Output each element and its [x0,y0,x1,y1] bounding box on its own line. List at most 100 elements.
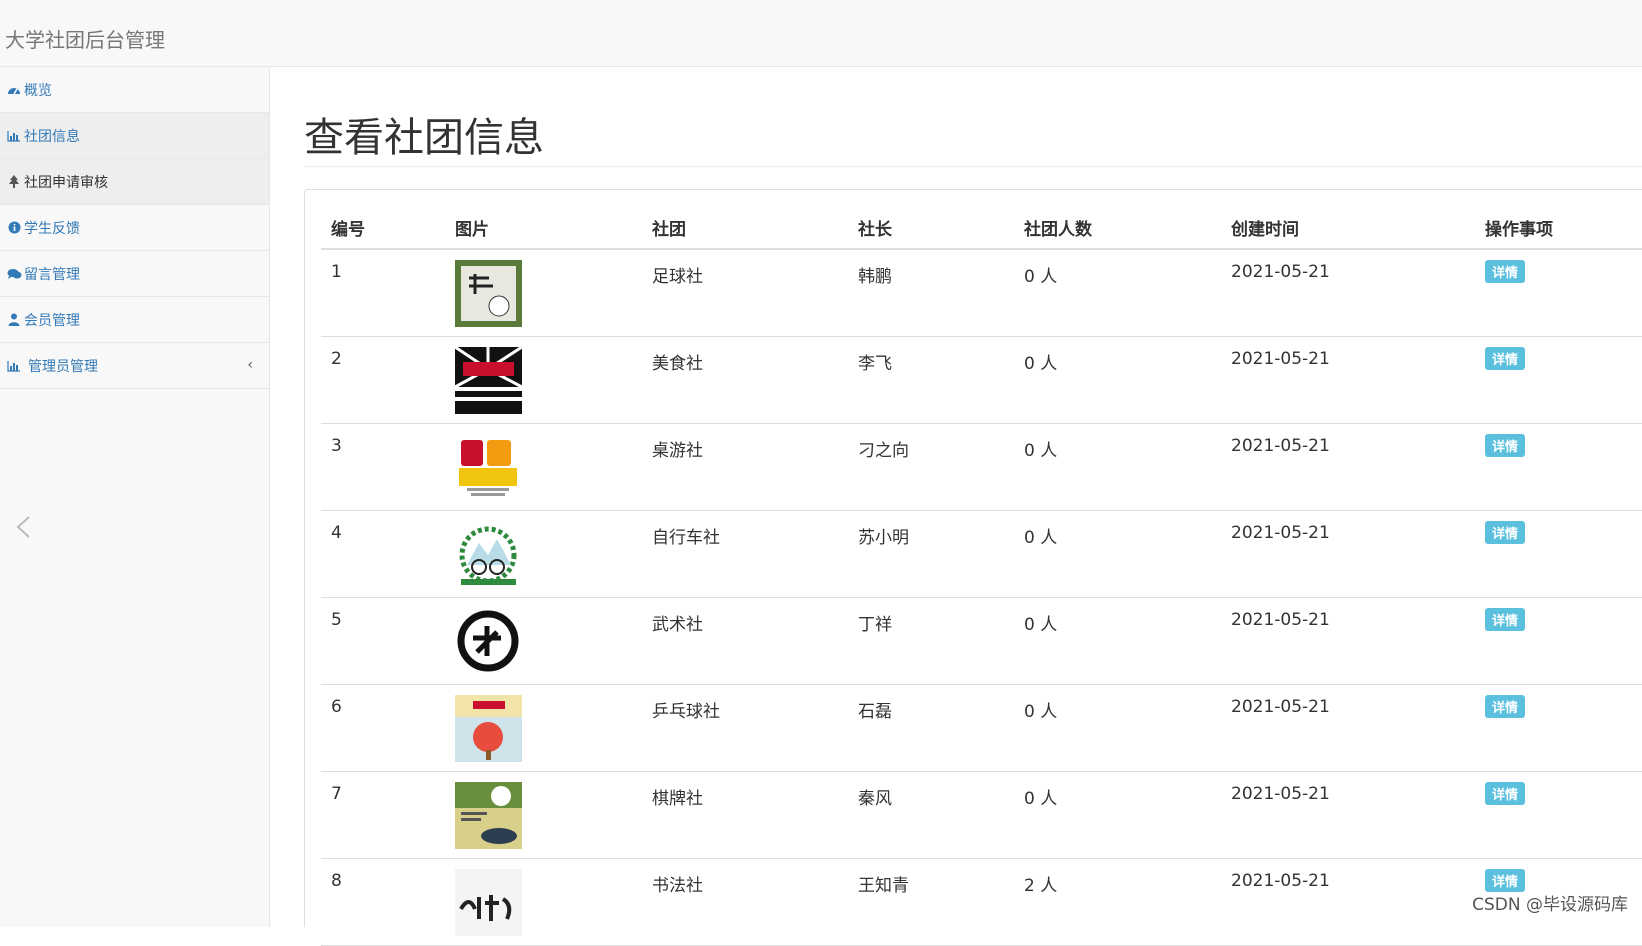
cell-image [445,510,642,597]
cell-leader: 刁之向 [848,423,1014,510]
cell-members: 0 人 [1014,423,1221,510]
cell-created: 2021-05-21 [1221,423,1475,510]
cell-leader: 秦风 [848,771,1014,858]
cell-leader: 石磊 [848,684,1014,771]
page-title: 查看社团信息 [304,105,544,163]
col-header-members[interactable]: 社团人数 [1014,207,1221,249]
club-table: 编号 图片 社团 社长 社团人数 创建时间 操作事项 1 足球社 韩鹏 [321,207,1642,946]
chevron-left-icon[interactable]: ‹ [247,357,253,373]
table-row: 4 自行车社 苏小明 0 人 2021-05-21 详情 [321,510,1642,597]
table-row: 7 棋牌社 秦风 0 人 2021-05-21 详情 [321,771,1642,858]
pingpong-club-logo [455,695,522,762]
cell-created: 2021-05-21 [1221,858,1475,945]
detail-button[interactable]: 详情 [1485,782,1525,805]
sidebar-item-club-info[interactable]: 社团信息 [0,113,269,159]
cycling-club-logo [455,521,522,588]
cell-club: 桌游社 [642,423,848,510]
col-header-created[interactable]: 创建时间 [1221,207,1475,249]
cell-club: 武术社 [642,597,848,684]
cell-club: 书法社 [642,858,848,945]
cell-club: 自行车社 [642,510,848,597]
cell-actions: 详情 [1475,597,1642,684]
app-title[interactable]: 大学社团后台管理 [5,24,165,53]
football-club-logo [455,260,522,327]
sidebar-item-student-feedback[interactable]: 学生反馈 [0,205,269,251]
cell-created: 2021-05-21 [1221,249,1475,336]
cell-image [445,423,642,510]
cell-club: 乒乓球社 [642,684,848,771]
martial-arts-club-logo [455,608,522,675]
club-table-panel: 编号 图片 社团 社长 社团人数 创建时间 操作事项 1 足球社 韩鹏 [304,189,1642,927]
sidebar-item-label: 学生反馈 [24,218,80,238]
sidebar-item-label: 社团申请审核 [24,172,108,192]
cell-actions: 详情 [1475,771,1642,858]
col-header-image[interactable]: 图片 [445,207,642,249]
sidebar-item-label: 概览 [24,80,52,100]
bar-chart-icon [6,358,22,374]
cell-members: 0 人 [1014,597,1221,684]
main-content: 查看社团信息 编号 图片 社团 社长 社团人数 创建时间 操作事项 1 [271,67,1642,927]
title-divider [304,166,1642,167]
cell-id: 7 [321,771,445,858]
sidebar-collapse-button[interactable] [14,512,34,542]
cell-image [445,771,642,858]
cell-image [445,336,642,423]
cell-members: 0 人 [1014,336,1221,423]
cell-actions: 详情 [1475,510,1642,597]
col-header-leader[interactable]: 社长 [848,207,1014,249]
detail-button[interactable]: 详情 [1485,869,1525,892]
top-navbar: 大学社团后台管理 [0,0,1642,67]
detail-button[interactable]: 详情 [1485,260,1525,283]
detail-button[interactable]: 详情 [1485,434,1525,457]
sidebar: 概览 社团信息 社团申请审核 学生反馈 留言管理 会员管理 管理员管理 [0,67,270,927]
cell-leader: 李飞 [848,336,1014,423]
cell-id: 6 [321,684,445,771]
detail-button[interactable]: 详情 [1485,521,1525,544]
cell-actions: 详情 [1475,684,1642,771]
cell-created: 2021-05-21 [1221,336,1475,423]
cell-actions: 详情 [1475,423,1642,510]
cell-members: 0 人 [1014,510,1221,597]
chess-club-logo [455,782,522,849]
cell-id: 4 [321,510,445,597]
detail-button[interactable]: 详情 [1485,347,1525,370]
cell-club: 足球社 [642,249,848,336]
cell-leader: 王知青 [848,858,1014,945]
cell-id: 3 [321,423,445,510]
cell-members: 0 人 [1014,249,1221,336]
cell-image [445,858,642,945]
cell-id: 1 [321,249,445,336]
table-row: 8 书法社 王知青 2 人 2021-05-21 详情 [321,858,1642,945]
user-icon [6,312,22,328]
cell-id: 2 [321,336,445,423]
bar-chart-icon [6,128,22,144]
sidebar-item-label: 管理员管理 [28,356,98,376]
table-row: 3 桌游社 刁之向 0 人 2021-05-21 详情 [321,423,1642,510]
boardgame-club-logo [455,434,522,501]
table-row: 2 美食社 李飞 0 人 2021-05-21 详情 [321,336,1642,423]
detail-button[interactable]: 详情 [1485,608,1525,631]
sidebar-item-label: 留言管理 [24,264,80,284]
col-header-id[interactable]: 编号 [321,207,445,249]
cell-members: 0 人 [1014,771,1221,858]
sidebar-item-club-approval[interactable]: 社团申请审核 [0,159,269,205]
sidebar-item-admin-management[interactable]: 管理员管理 ‹ [0,343,269,389]
calligraphy-club-logo [455,869,522,936]
sidebar-item-message-management[interactable]: 留言管理 [0,251,269,297]
food-club-logo [455,347,522,414]
table-row: 1 足球社 韩鹏 0 人 2021-05-21 详情 [321,249,1642,336]
table-header-row: 编号 图片 社团 社长 社团人数 创建时间 操作事项 [321,207,1642,249]
tree-icon [6,174,22,190]
cell-image [445,597,642,684]
table-row: 5 武术社 丁祥 0 人 2021-05-21 详情 [321,597,1642,684]
sidebar-item-overview[interactable]: 概览 [0,67,269,113]
cell-id: 5 [321,597,445,684]
col-header-actions[interactable]: 操作事项 [1475,207,1642,249]
cell-leader: 韩鹏 [848,249,1014,336]
info-circle-icon [6,220,22,236]
sidebar-item-member-management[interactable]: 会员管理 [0,297,269,343]
detail-button[interactable]: 详情 [1485,695,1525,718]
cell-created: 2021-05-21 [1221,684,1475,771]
col-header-club[interactable]: 社团 [642,207,848,249]
cell-actions: 详情 [1475,336,1642,423]
